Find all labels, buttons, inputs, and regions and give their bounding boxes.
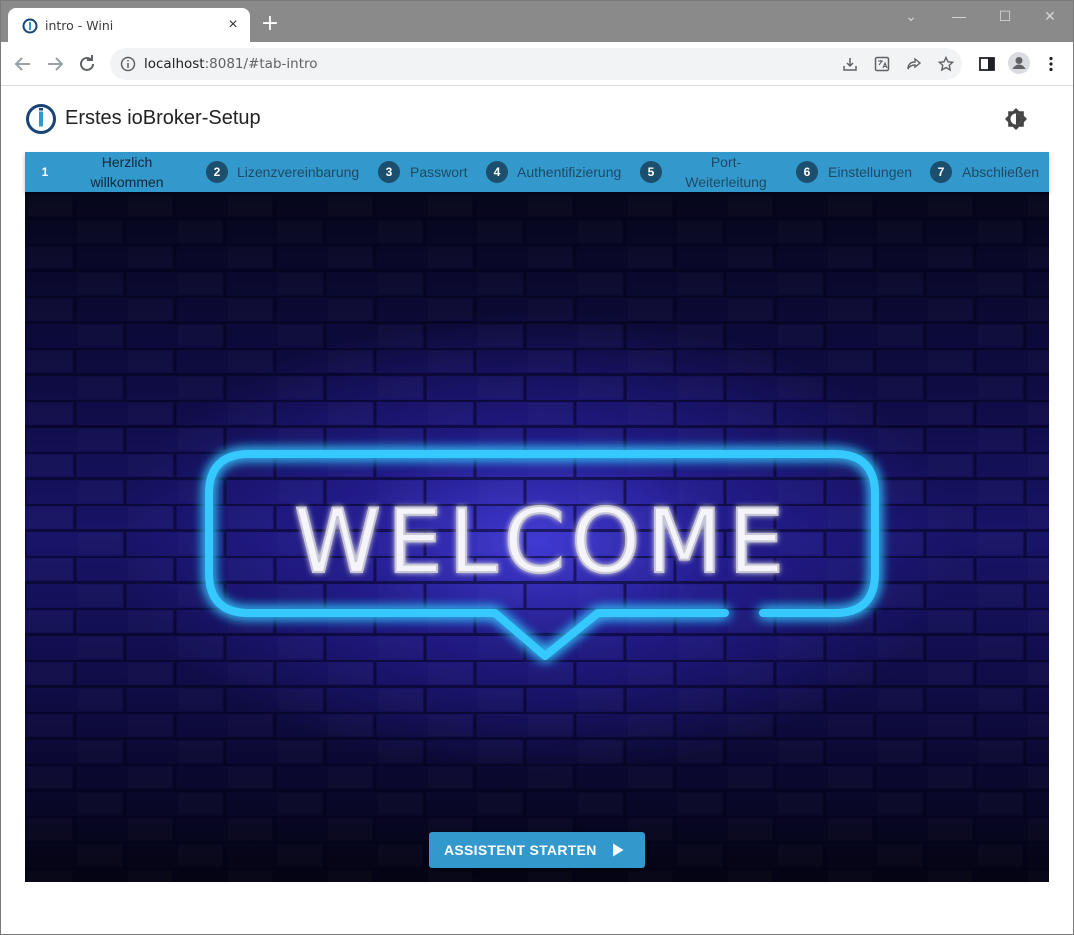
step-label: Lizenzvereinbarung [237,164,360,180]
step-number: 6 [796,161,818,183]
step-3[interactable]: 3 Passwort [375,152,475,192]
step-number: 3 [378,161,400,183]
tab-title: intro - Wini [45,18,114,33]
side-panel-icon[interactable] [977,54,997,74]
back-icon[interactable] [11,52,35,76]
play-icon [613,843,624,857]
browser-titlebar: intro - Wini × + ⌄ — ☐ ✕ [0,0,1074,43]
menu-kebab-icon[interactable] [1041,54,1061,74]
step-label-line1: Port- [710,154,742,170]
browser-toolbar: localhost:8081/#tab-intro [0,42,1074,86]
welcome-hero-image: WELCOME ASSISTENT STARTEN [25,192,1049,882]
step-number: 7 [930,161,952,183]
iobroker-logo [26,104,56,134]
step-1[interactable]: 1 Herzlich willkommen [25,152,195,192]
step-7[interactable]: 7 Abschließen [927,152,1049,192]
theme-toggle-icon[interactable] [1003,106,1029,132]
share-icon[interactable] [906,56,922,72]
step-label-line1: Herzlich [101,154,153,170]
step-label: Abschließen [962,164,1040,180]
minimize-button[interactable]: — [944,6,974,26]
forward-icon[interactable] [43,52,67,76]
step-number: 4 [486,161,508,183]
step-5[interactable]: 5 Port- Weiterleitung [637,152,777,192]
step-label: Herzlich willkommen [87,152,167,192]
profile-avatar[interactable] [1008,52,1030,74]
url-text[interactable]: localhost:8081/#tab-intro [144,56,318,72]
iobroker-favicon-icon [22,18,38,34]
site-info-icon[interactable] [120,56,136,72]
step-label-line2: willkommen [90,174,164,190]
new-tab-button[interactable]: + [258,12,282,36]
page-footer-space [0,882,1074,935]
step-number: 1 [41,165,49,179]
welcome-sign-text: WELCOME [294,490,790,593]
maximize-button[interactable]: ☐ [990,6,1020,26]
profile-icon [1012,57,1026,69]
step-4[interactable]: 4 Authentifizierung [483,152,633,192]
setup-stepper: 1 Herzlich willkommen 2 Lizenzvereinbaru… [25,152,1049,192]
step-number: 5 [640,161,662,183]
step-number: 2 [206,161,228,183]
step-label: Passwort [410,164,468,180]
close-window-button[interactable]: ✕ [1035,6,1065,26]
start-wizard-label: ASSISTENT STARTEN [444,842,597,858]
app-header: Erstes ioBroker-Setup [0,87,1074,151]
browser-tab[interactable]: intro - Wini × [8,8,250,43]
step-label-line2: Weiterleitung [685,174,767,190]
install-app-icon[interactable] [842,56,858,72]
step-6[interactable]: 6 Einstellungen [793,152,923,192]
bookmark-star-icon[interactable] [938,56,954,72]
tab-close-icon[interactable]: × [224,16,242,34]
step-label: Einstellungen [828,164,913,180]
translate-icon[interactable] [874,56,890,72]
reload-icon[interactable] [75,52,99,76]
step-label: Authentifizierung [517,164,622,180]
step-2[interactable]: 2 Lizenzvereinbarung [203,152,373,192]
start-wizard-button[interactable]: ASSISTENT STARTEN [429,832,645,868]
step-label: Port- Weiterleitung [683,152,769,192]
address-bar[interactable]: localhost:8081/#tab-intro [110,48,962,80]
welcome-neon-sign: WELCOME [205,450,879,660]
tab-search-icon[interactable]: ⌄ [896,6,926,26]
page-title: Erstes ioBroker-Setup [65,107,261,129]
url-path: :8081/#tab-intro [204,56,318,72]
url-host: localhost [144,56,205,72]
